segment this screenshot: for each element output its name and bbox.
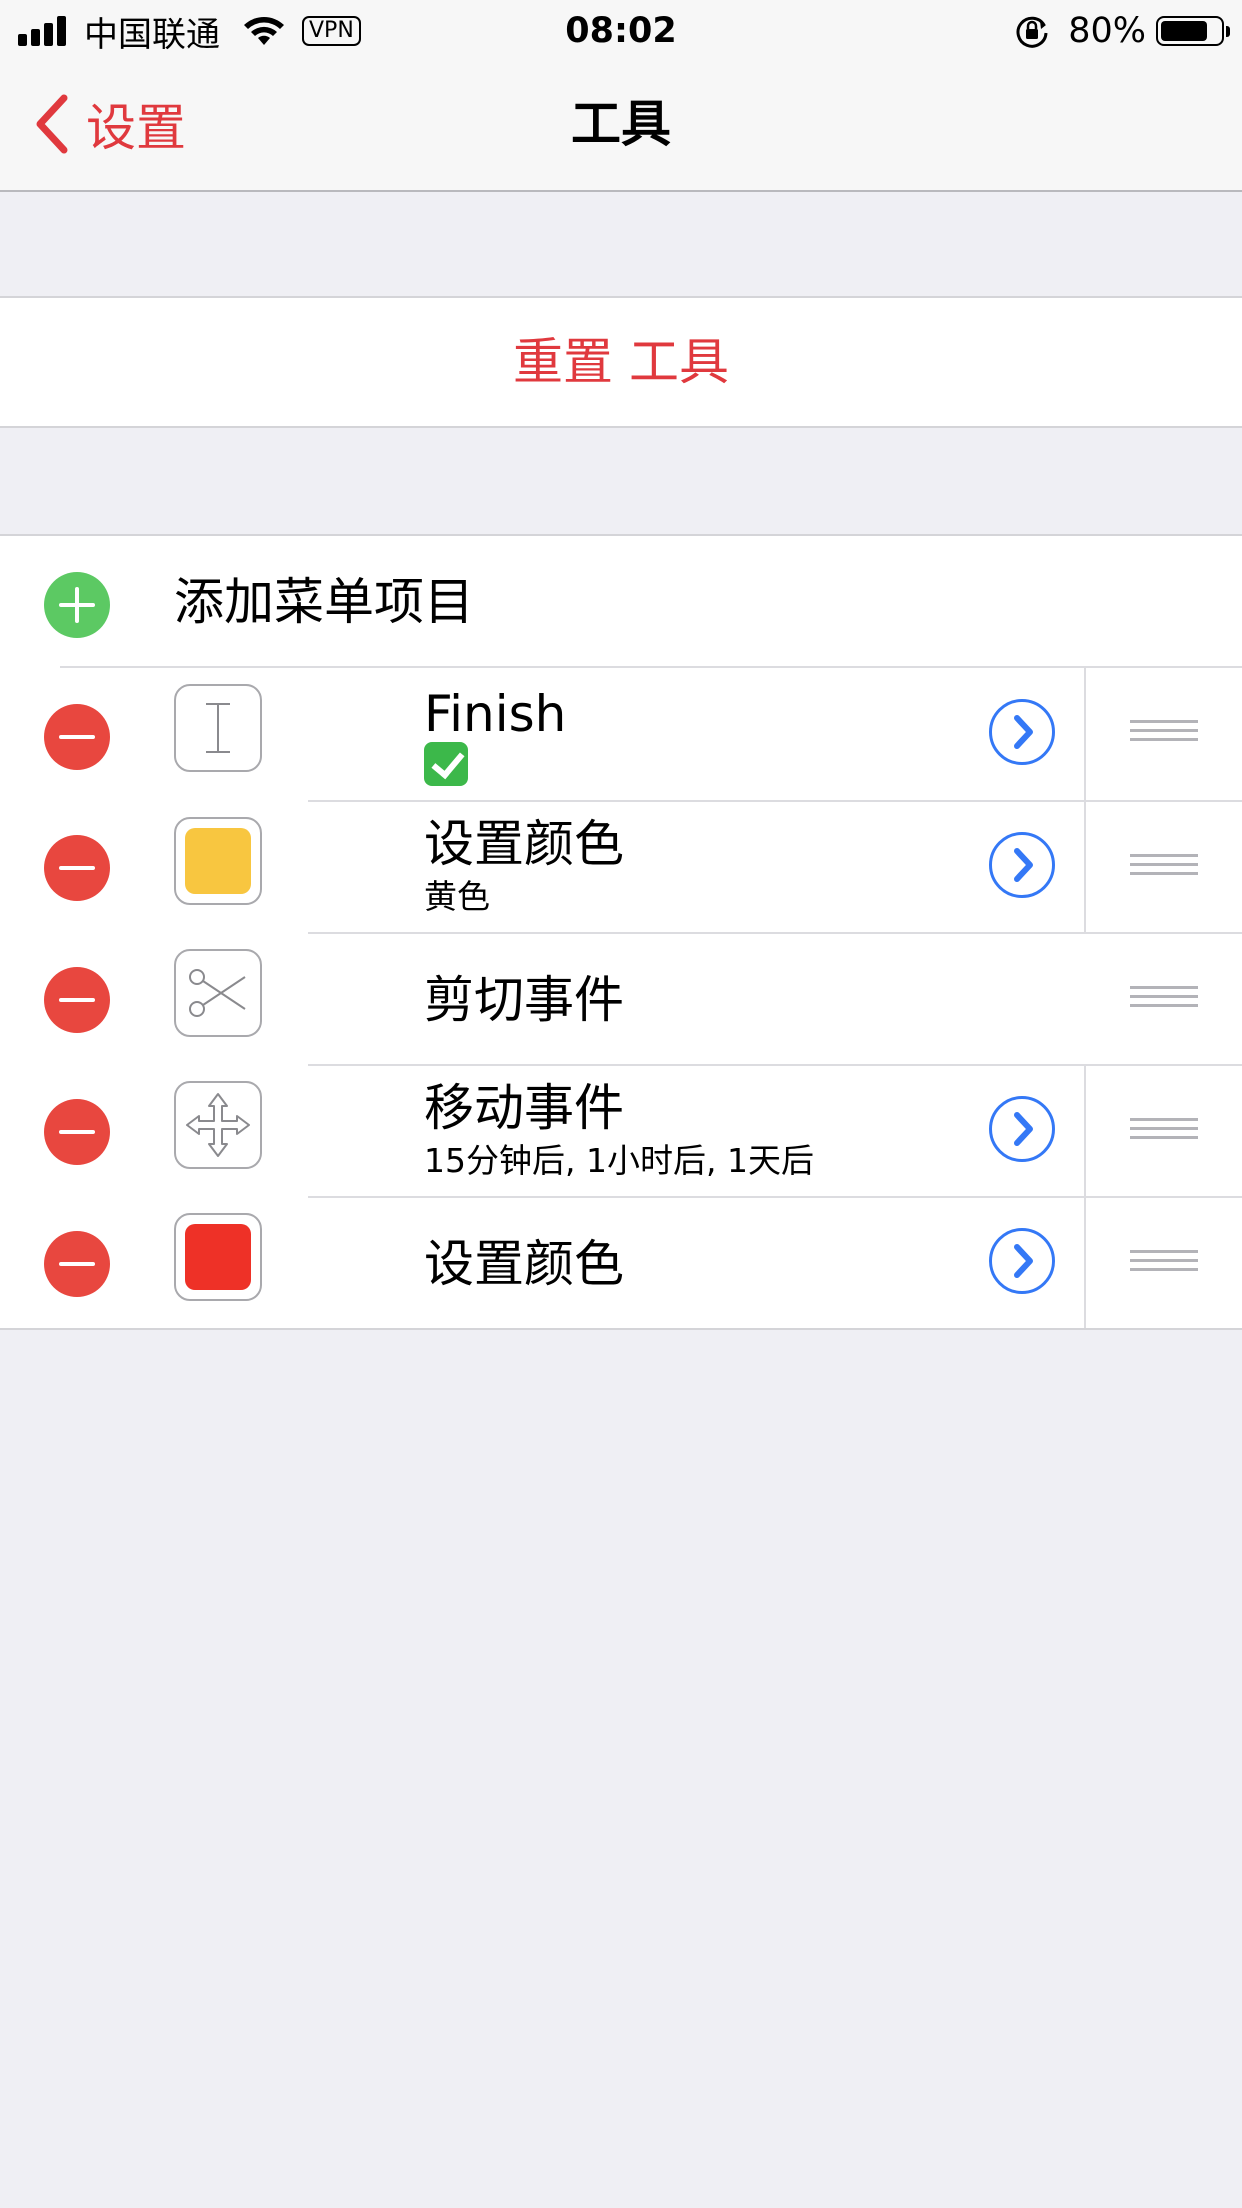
scissors-icon (174, 949, 262, 1037)
detail-button[interactable] (989, 1096, 1055, 1162)
chevron-right-icon (1014, 715, 1033, 749)
battery-percent: 80% (1068, 11, 1146, 51)
page-title: 工具 (571, 95, 671, 153)
add-menu-item-row[interactable]: 添加菜单项目 (0, 536, 1242, 668)
reorder-handle-icon[interactable] (1130, 720, 1198, 744)
item-title: Finish (424, 685, 567, 743)
delete-button[interactable] (44, 1231, 110, 1297)
list-item[interactable]: 设置颜色 (0, 1198, 1242, 1328)
item-title: 设置颜色 (424, 1235, 624, 1293)
check-icon (424, 742, 468, 786)
reorder-handle-icon[interactable] (1130, 986, 1198, 1010)
delete-button[interactable] (44, 704, 110, 770)
item-title: 剪切事件 (424, 971, 624, 1029)
item-subtitle: 黄色 (424, 877, 490, 916)
list-item[interactable]: 设置颜色 黄色 (0, 802, 1242, 934)
status-bar: 中国联通 VPN 08:02 80% (0, 0, 1242, 60)
status-right: 80% (1014, 8, 1230, 54)
divider (1084, 802, 1086, 934)
delete-button[interactable] (44, 1099, 110, 1165)
detail-button[interactable] (989, 1228, 1055, 1294)
text-cursor-icon (174, 684, 262, 772)
list-item[interactable]: Finish (0, 668, 1242, 802)
color-swatch-icon (174, 1213, 262, 1301)
detail-button[interactable] (989, 832, 1055, 898)
reorder-handle-icon[interactable] (1130, 1118, 1198, 1142)
item-subtitle (424, 742, 468, 786)
reorder-handle-icon[interactable] (1130, 1250, 1198, 1274)
list-item[interactable]: 剪切事件 (0, 934, 1242, 1066)
divider (1084, 1066, 1086, 1198)
chevron-right-icon (1014, 1244, 1033, 1278)
color-swatch (185, 1224, 251, 1290)
chevron-right-icon (1014, 848, 1033, 882)
detail-button[interactable] (989, 699, 1055, 765)
color-swatch (185, 828, 251, 894)
divider (1084, 668, 1086, 802)
rotation-lock-icon (1016, 16, 1048, 48)
divider (1084, 1198, 1086, 1328)
item-title: 设置颜色 (424, 815, 624, 873)
tool-list: 添加菜单项目 Finish 设置颜色 黄色 剪切事件 移动事件 15分钟后, 1… (0, 534, 1242, 1330)
chevron-right-icon (1014, 1112, 1033, 1146)
move-arrows-icon (174, 1081, 262, 1169)
add-menu-item-label: 添加菜单项目 (174, 573, 474, 631)
add-icon[interactable] (44, 572, 110, 638)
delete-button[interactable] (44, 835, 110, 901)
item-subtitle: 15分钟后, 1小时后, 1天后 (424, 1141, 814, 1180)
battery-icon (1156, 16, 1230, 46)
color-swatch-icon (174, 817, 262, 905)
navigation-bar: 设置 工具 (0, 60, 1242, 192)
reorder-handle-icon[interactable] (1130, 854, 1198, 878)
item-title: 移动事件 (424, 1079, 624, 1137)
list-item[interactable]: 移动事件 15分钟后, 1小时后, 1天后 (0, 1066, 1242, 1198)
reset-tools-button[interactable]: 重置 工具 (0, 296, 1242, 428)
delete-button[interactable] (44, 967, 110, 1033)
